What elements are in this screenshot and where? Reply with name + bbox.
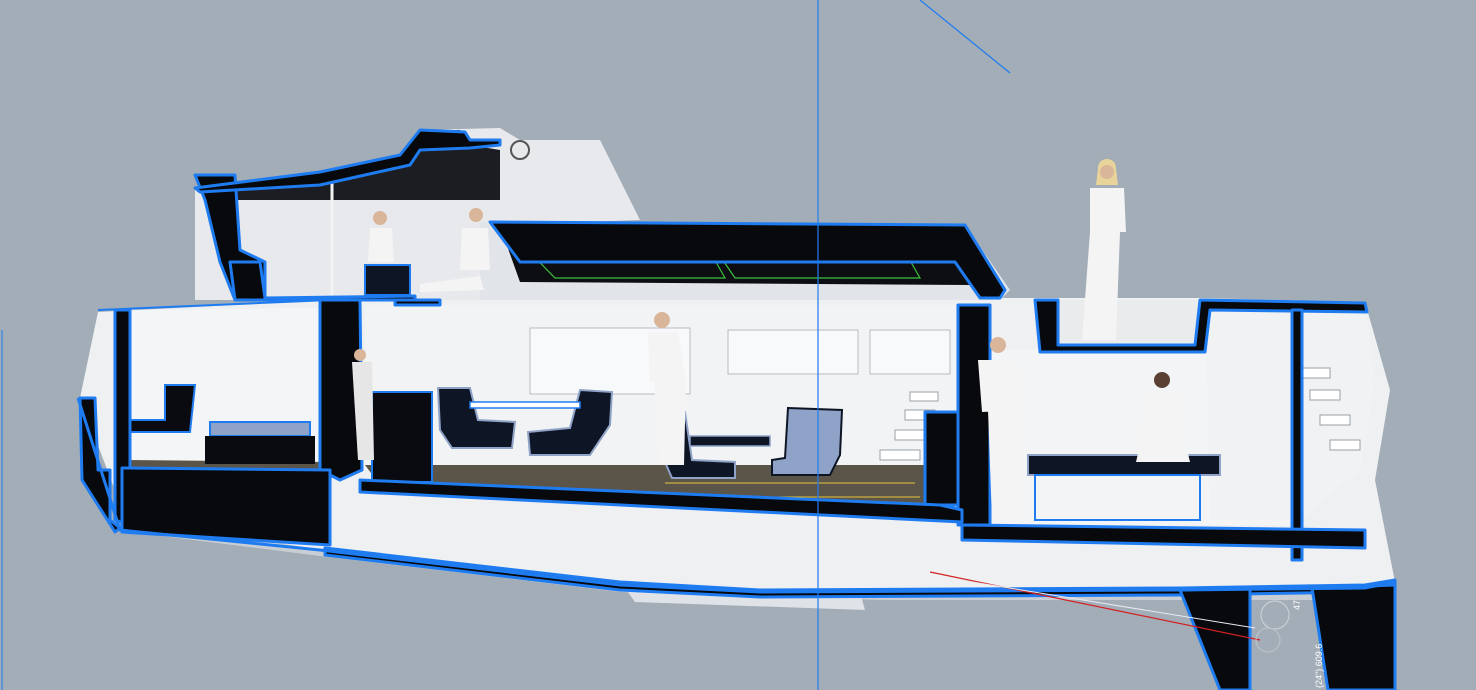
- cut-galley-bulkhead: [923, 410, 960, 507]
- saloon-window-2: [727, 329, 859, 375]
- galley-cabinet: [371, 391, 433, 483]
- cut-bow-bulkhead: [1290, 308, 1304, 562]
- saloon-table: [469, 401, 581, 409]
- dimension-value-label: (24") 609.6: [1314, 644, 1324, 688]
- propeller-circle-icon: [1260, 600, 1290, 630]
- aft-bench-base: [205, 436, 315, 464]
- section-model-canvas[interactable]: 47 (24") 609.6: [0, 0, 1476, 690]
- diagonal-construction-line[interactable]: [919, 0, 1011, 74]
- saloon-window-3: [869, 329, 951, 375]
- forward-berth: [1027, 454, 1221, 476]
- rhino-viewport[interactable]: 47 (24") 609.6: [0, 0, 1476, 690]
- dimension-small-label: 47: [1292, 600, 1302, 610]
- cut-saloon-forward-bulkhead: [956, 303, 992, 527]
- mast-ring-icon: [510, 140, 530, 160]
- forward-berth-base: [1034, 474, 1201, 521]
- helm-seat: [364, 264, 411, 296]
- cut-saloon-upper: [393, 298, 442, 307]
- superstructure[interactable]: [195, 128, 1010, 300]
- aft-bench-seat: [209, 421, 311, 437]
- forward-deck-recess: [1040, 300, 1200, 345]
- cut-forward-appendage: [1310, 583, 1397, 690]
- cut-rudder: [1178, 586, 1252, 690]
- dinette-table: [689, 435, 771, 447]
